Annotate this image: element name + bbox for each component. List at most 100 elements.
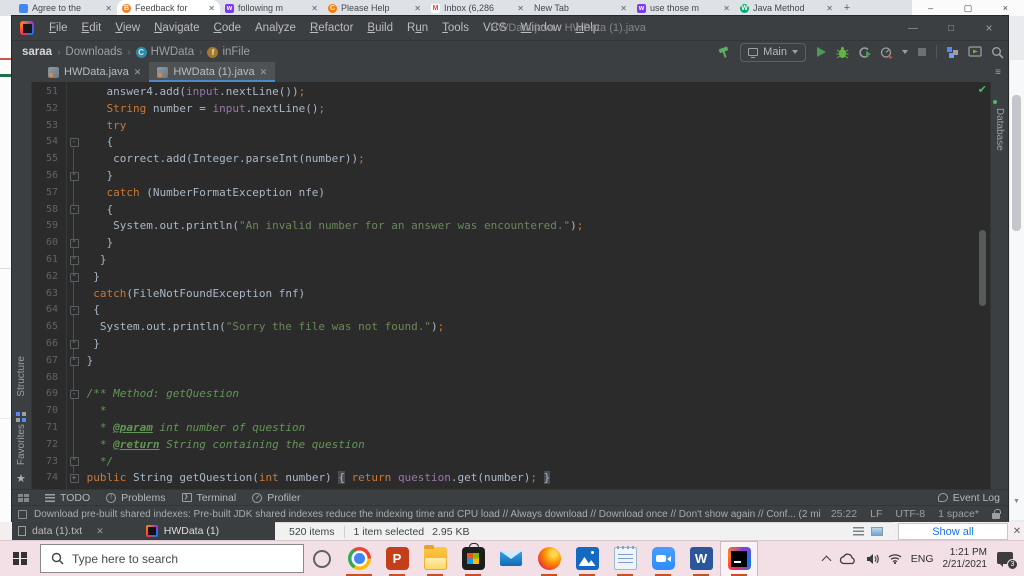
code-line[interactable]: 54 - { (32, 134, 974, 151)
input-language[interactable]: ENG (911, 553, 934, 565)
fold-gutter[interactable] (68, 286, 80, 303)
code-line[interactable]: 56 ^ } (32, 168, 974, 185)
code-area[interactable]: 51 answer4.add(input.nextLine()); 52 Stri… (32, 82, 974, 489)
ide-maximize-button[interactable]: □ (932, 16, 970, 40)
line-number[interactable]: 74 (32, 470, 58, 487)
tab-close-icon[interactable]: ✕ (134, 67, 142, 78)
fold-marker-icon[interactable]: - (69, 390, 79, 400)
tab-close-icon[interactable]: ✕ (414, 4, 421, 13)
file-encoding[interactable]: UTF-8 (895, 508, 925, 520)
tab-close-icon[interactable]: ✕ (517, 4, 524, 13)
browser-tab[interactable]: New Tab ✕ (529, 0, 632, 16)
tab-close-icon[interactable]: ✕ (208, 4, 215, 13)
volume-icon[interactable] (866, 553, 879, 565)
menu-run[interactable]: Run (400, 16, 435, 40)
ide-minimize-button[interactable]: — (894, 16, 932, 40)
fold-gutter[interactable] (68, 403, 80, 420)
code-text[interactable]: public String getQuestion(int number) { … (80, 470, 974, 487)
browser-tab[interactable]: Agree to the ✕ (14, 0, 117, 16)
code-line[interactable]: 58 - { (32, 202, 974, 219)
fold-gutter[interactable] (68, 420, 80, 437)
code-text[interactable] (80, 370, 974, 387)
ide-close-button[interactable]: × (970, 16, 1008, 40)
menu-tools[interactable]: Tools (435, 16, 476, 40)
editor-tab[interactable]: HWData (1).java ✕ (149, 62, 276, 82)
code-line[interactable]: 64 - { (32, 302, 974, 319)
tray-overflow-icon[interactable] (821, 555, 832, 565)
fold-marker-icon[interactable]: + (69, 474, 79, 484)
taskbar-chrome[interactable] (340, 541, 378, 576)
fold-marker-icon[interactable]: ^ (69, 339, 79, 349)
line-number[interactable]: 58 (32, 202, 58, 219)
editor-scrollbar-thumb[interactable] (979, 230, 986, 306)
line-number[interactable]: 56 (32, 168, 58, 185)
taskbar-mail[interactable] (492, 541, 530, 576)
line-number[interactable]: 71 (32, 420, 58, 437)
fold-gutter[interactable]: ^ (68, 336, 80, 353)
line-number[interactable]: 63 (32, 286, 58, 303)
code-line[interactable]: 65 System.out.println("Sorry the file wa… (32, 319, 974, 336)
menu-navigate[interactable]: Navigate (147, 16, 206, 40)
fold-gutter[interactable]: - (68, 134, 80, 151)
menu-build[interactable]: Build (360, 16, 400, 40)
fold-gutter[interactable] (68, 118, 80, 135)
download-bar-close-icon[interactable]: ✕ (1010, 523, 1024, 539)
taskbar-powerpoint[interactable]: P (378, 541, 416, 576)
browser-tab[interactable]: W Java Method ✕ (735, 0, 838, 16)
taskbar-notepad[interactable] (606, 541, 644, 576)
code-text[interactable]: System.out.println("An invalid number fo… (80, 218, 974, 235)
line-number[interactable]: 64 (32, 302, 58, 319)
tool-button-favorites[interactable]: Favorites (16, 424, 27, 465)
code-text[interactable]: } (80, 168, 974, 185)
tab-close-icon[interactable]: ✕ (826, 4, 833, 13)
menu-analyze[interactable]: Analyze (248, 16, 303, 40)
line-number[interactable]: 61 (32, 252, 58, 269)
line-number[interactable]: 72 (32, 437, 58, 454)
line-number[interactable]: 62 (32, 269, 58, 286)
code-line[interactable]: 59 System.out.println("An invalid number… (32, 218, 974, 235)
taskbar-store[interactable] (454, 541, 492, 576)
code-line[interactable]: 66 ^ } (32, 336, 974, 353)
code-line[interactable]: 73 ^ */ (32, 454, 974, 471)
taskbar-word[interactable]: W (682, 541, 720, 576)
tool-button-structure[interactable]: Structure (16, 356, 27, 397)
background-window-label[interactable]: HWData (1) (164, 525, 219, 537)
code-line[interactable]: 57 catch (NumberFormatException nfe) (32, 185, 974, 202)
line-number[interactable]: 66 (32, 336, 58, 353)
fold-gutter[interactable] (68, 218, 80, 235)
browser-tab[interactable]: C Please Help ✕ (323, 0, 426, 16)
code-line[interactable]: 61 ^ } (32, 252, 974, 269)
code-line[interactable]: 62 ^ } (32, 269, 974, 286)
line-number[interactable]: 73 (32, 454, 58, 471)
code-text[interactable]: String number = input.nextLine(); (80, 101, 974, 118)
fold-gutter[interactable]: + (68, 470, 80, 487)
fold-gutter[interactable] (68, 319, 80, 336)
code-text[interactable]: catch(FileNotFoundException fnf) (80, 286, 974, 303)
fold-gutter[interactable] (68, 151, 80, 168)
code-text[interactable]: { (80, 302, 974, 319)
tab-list-icon[interactable]: ≡ (995, 67, 1001, 78)
cortana-button[interactable] (313, 549, 331, 568)
menu-edit[interactable]: Edit (75, 16, 109, 40)
code-line[interactable]: 74 + public String getQuestion(int number… (32, 470, 974, 487)
structure-icon[interactable] (16, 412, 26, 422)
profiler-dropdown-icon[interactable] (902, 50, 908, 57)
run-button[interactable] (815, 43, 827, 61)
code-text[interactable]: /** Method: getQuestion (80, 386, 974, 403)
taskbar-search[interactable] (40, 544, 304, 573)
taskbar-clock[interactable]: 1:21 PM 2/21/2021 (943, 547, 988, 571)
tab-close-icon[interactable]: ✕ (723, 4, 730, 13)
taskbar-intellij[interactable] (720, 540, 758, 576)
fold-marker-icon[interactable]: ^ (69, 457, 79, 467)
fold-marker-icon[interactable]: - (69, 138, 79, 148)
code-line[interactable]: 51 answer4.add(input.nextLine()); (32, 84, 974, 101)
close-icon[interactable]: ✕ (96, 526, 104, 537)
background-doc-tab[interactable]: data (1).txt (32, 525, 82, 537)
code-text[interactable]: { (80, 134, 974, 151)
tool-button-terminal[interactable]: ❯ Terminal (181, 492, 236, 504)
breadcrumb-item[interactable]: C HWData (135, 46, 194, 58)
background-browser-scrollbar[interactable]: ▲ ▼ (1008, 16, 1024, 540)
fold-gutter[interactable]: ^ (68, 235, 80, 252)
scrollbar-down-icon[interactable]: ▼ (1013, 498, 1020, 505)
tab-close-icon[interactable]: ✕ (260, 67, 268, 78)
